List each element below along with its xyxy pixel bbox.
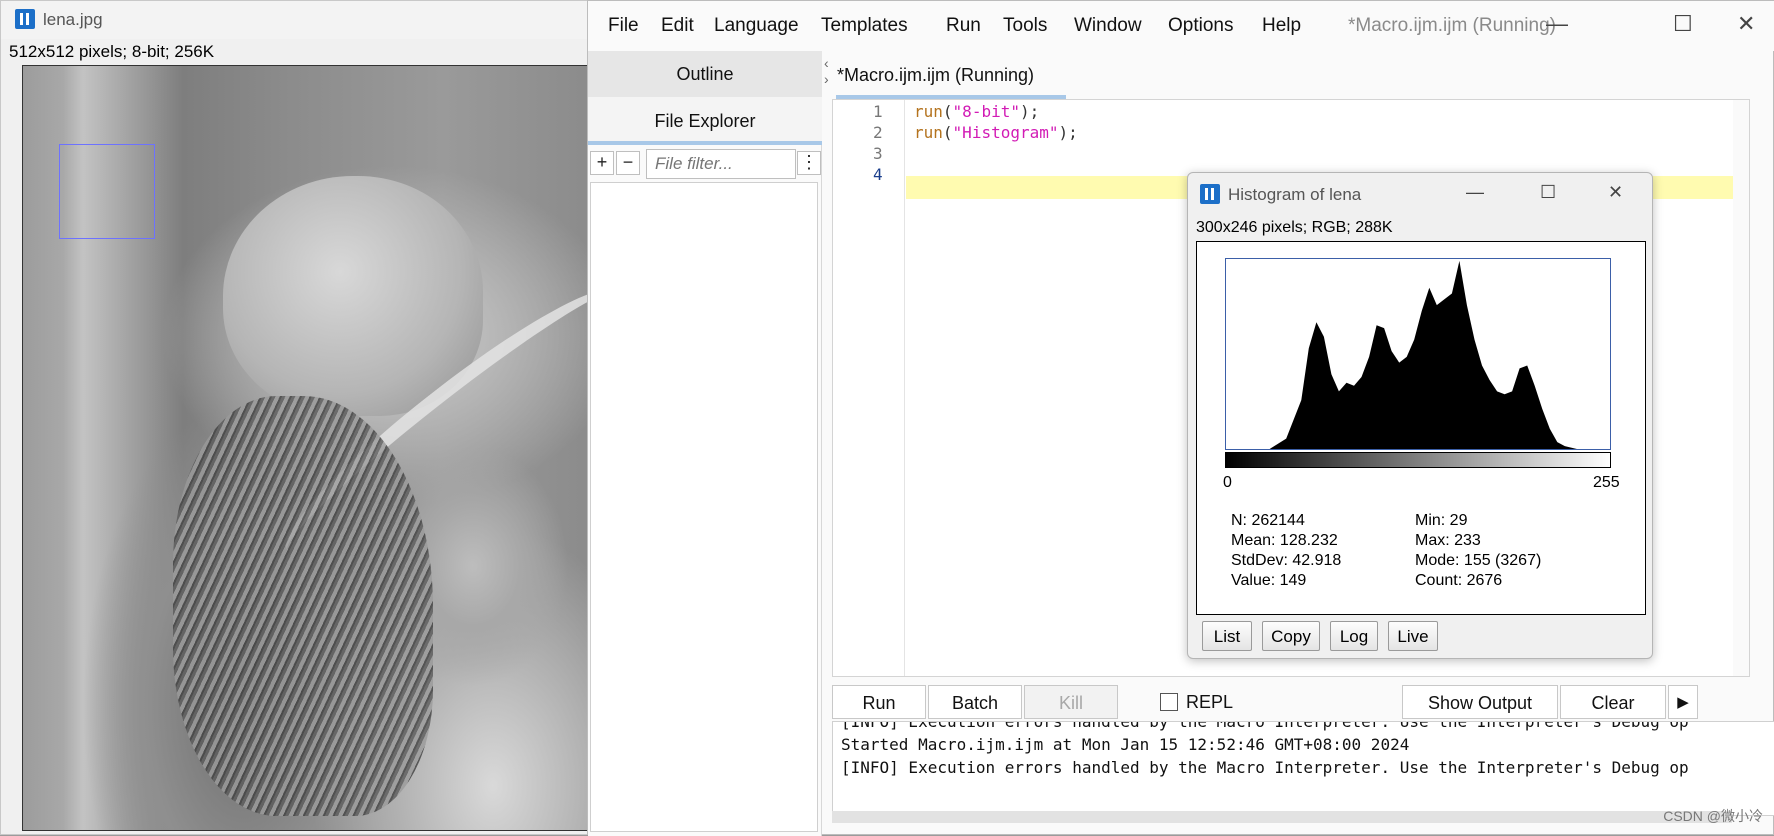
vertical-scrollbar[interactable] [1733,100,1749,676]
remove-folder-button[interactable]: − [616,151,640,175]
copy-button[interactable]: Copy [1262,621,1320,651]
stat-stddev: StdDev: 42.918 [1231,552,1342,569]
file-explorer-toolbar: + − ⋮ [588,149,822,179]
menu-bar: File Edit Language Templates Run Tools W… [588,1,1774,51]
imagej-logo-icon [1200,184,1220,204]
image-info: 512x512 pixels; 8-bit; 256K [9,42,215,61]
menu-run[interactable]: Run [946,15,981,37]
stat-n: N: 262144 [1231,512,1305,529]
axis-min-label: 0 [1223,474,1232,491]
image-feathers-region [173,396,433,816]
close-icon[interactable]: ✕ [1608,181,1623,203]
live-button[interactable]: Live [1388,621,1438,651]
histogram-area [1226,260,1610,449]
list-button[interactable]: List [1202,621,1252,651]
menu-tools[interactable]: Tools [1003,15,1047,37]
selection-roi[interactable] [59,144,155,239]
panel-collapse-chevron-icon[interactable]: ‹ › [824,55,829,87]
repl-label: REPL [1186,692,1234,712]
stat-mode: Mode: 155 (3267) [1415,552,1542,569]
code-line[interactable]: run("Histogram"); [914,123,1078,142]
run-button[interactable]: Run [832,685,926,719]
tab-outline[interactable]: Outline [588,51,822,97]
log-button[interactable]: Log [1330,621,1378,651]
batch-button[interactable]: Batch [928,685,1022,719]
console-line: [INFO] Execution errors handled by the M… [841,758,1689,777]
histogram-panel: 0 255 N: 262144 Mean: 128.232 StdDev: 42… [1196,241,1646,615]
file-tree[interactable] [590,182,818,832]
menu-window[interactable]: Window [1074,15,1142,37]
histogram-window-title: Histogram of lena [1228,185,1362,204]
imagej-logo-icon [15,9,35,29]
minimize-icon[interactable]: — [1546,13,1568,35]
menu-edit[interactable]: Edit [661,15,694,37]
editor-window-title: *Macro.ijm.ijm (Running) [1348,15,1556,36]
clear-button[interactable]: Clear [1560,685,1666,719]
run-button-bar: Run Batch Kill REPL Show Output Clear ▶ [832,685,1774,721]
close-icon[interactable]: ✕ [1737,13,1755,35]
more-options-icon[interactable]: ⋮ [797,151,821,175]
side-panel: Outline File Explorer + − ⋮ [588,51,822,836]
stat-count: Count: 2676 [1415,572,1503,589]
kill-button[interactable]: Kill [1024,685,1118,719]
stat-max: Max: 233 [1415,532,1481,549]
stat-value: Value: 149 [1231,572,1307,589]
intensity-gradient-bar [1225,452,1611,468]
histogram-chart [1226,260,1610,449]
stat-min: Min: 29 [1415,512,1468,529]
tab-file-explorer[interactable]: File Explorer [588,97,822,145]
stat-mean: Mean: 128.232 [1231,532,1338,549]
repl-checkbox[interactable] [1160,693,1178,711]
histogram-plot[interactable] [1225,258,1611,450]
console-line: [INFO] Execution errors handled by the M… [841,721,1689,731]
horizontal-scrollbar[interactable] [832,811,1732,823]
image-hat-region [223,176,483,416]
lena-titlebar[interactable]: lena.jpg [1,1,601,39]
file-filter-input[interactable] [646,149,796,179]
line-number: 4 [873,165,883,184]
minimize-icon[interactable]: — [1466,181,1484,203]
console-output[interactable]: [INFO] Execution errors handled by the M… [832,721,1774,816]
histogram-window[interactable]: Histogram of lena — ☐ ✕ 300x246 pixels; … [1187,172,1653,659]
menu-language[interactable]: Language [714,15,799,37]
add-folder-button[interactable]: + [590,151,614,175]
histogram-info: 300x246 pixels; RGB; 288K [1196,219,1393,236]
menu-options[interactable]: Options [1168,15,1233,37]
menu-templates[interactable]: Templates [821,15,908,37]
line-number: 1 [873,102,883,121]
lena-window-title: lena.jpg [43,10,103,29]
image-canvas[interactable] [22,65,602,831]
menu-help[interactable]: Help [1262,15,1301,37]
line-number-gutter: 1 2 3 4 [833,100,905,676]
axis-max-label: 255 [1593,474,1620,491]
lena-image-window[interactable]: lena.jpg 512x512 pixels; 8-bit; 256K [0,0,602,835]
menu-file[interactable]: File [608,15,639,37]
console-line: Started Macro.ijm.ijm at Mon Jan 15 12:5… [841,735,1410,754]
maximize-icon[interactable]: ☐ [1540,181,1556,203]
line-number: 2 [873,123,883,142]
more-arrow-icon[interactable]: ▶ [1668,685,1698,719]
show-output-button[interactable]: Show Output [1402,685,1558,719]
document-tab[interactable]: *Macro.ijm.ijm (Running) [836,57,1066,99]
maximize-icon[interactable]: ☐ [1673,13,1693,35]
watermark: CSDN @微小冷 [1663,808,1763,824]
code-line[interactable]: run("8-bit"); [914,102,1039,121]
line-number: 3 [873,144,883,163]
